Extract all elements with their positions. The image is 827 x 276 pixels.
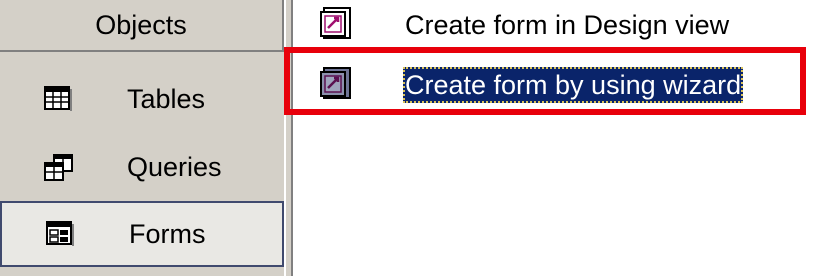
form-icon — [46, 221, 74, 247]
objects-pane: Objects Tables Queries Forms — [0, 0, 287, 276]
pane-splitter[interactable] — [284, 0, 293, 276]
list-item-design-view[interactable]: Create form in Design view — [293, 0, 827, 52]
list-item-label: Create form in Design view — [405, 10, 730, 40]
design-form-icon — [320, 6, 354, 40]
objects-item-label: Queries — [127, 151, 222, 182]
objects-header[interactable]: Objects — [0, 0, 284, 52]
table-icon — [44, 86, 72, 112]
forms-list-pane: Create form in Design view Create form b… — [293, 0, 827, 276]
objects-item-tables[interactable]: Tables — [0, 66, 284, 132]
objects-item-forms[interactable]: Forms — [0, 201, 284, 267]
objects-item-label: Tables — [127, 83, 206, 114]
highlight-annotation-box — [284, 47, 806, 115]
objects-item-queries[interactable]: Queries — [0, 134, 284, 200]
query-icon — [44, 154, 73, 181]
objects-item-label: Forms — [129, 218, 206, 249]
